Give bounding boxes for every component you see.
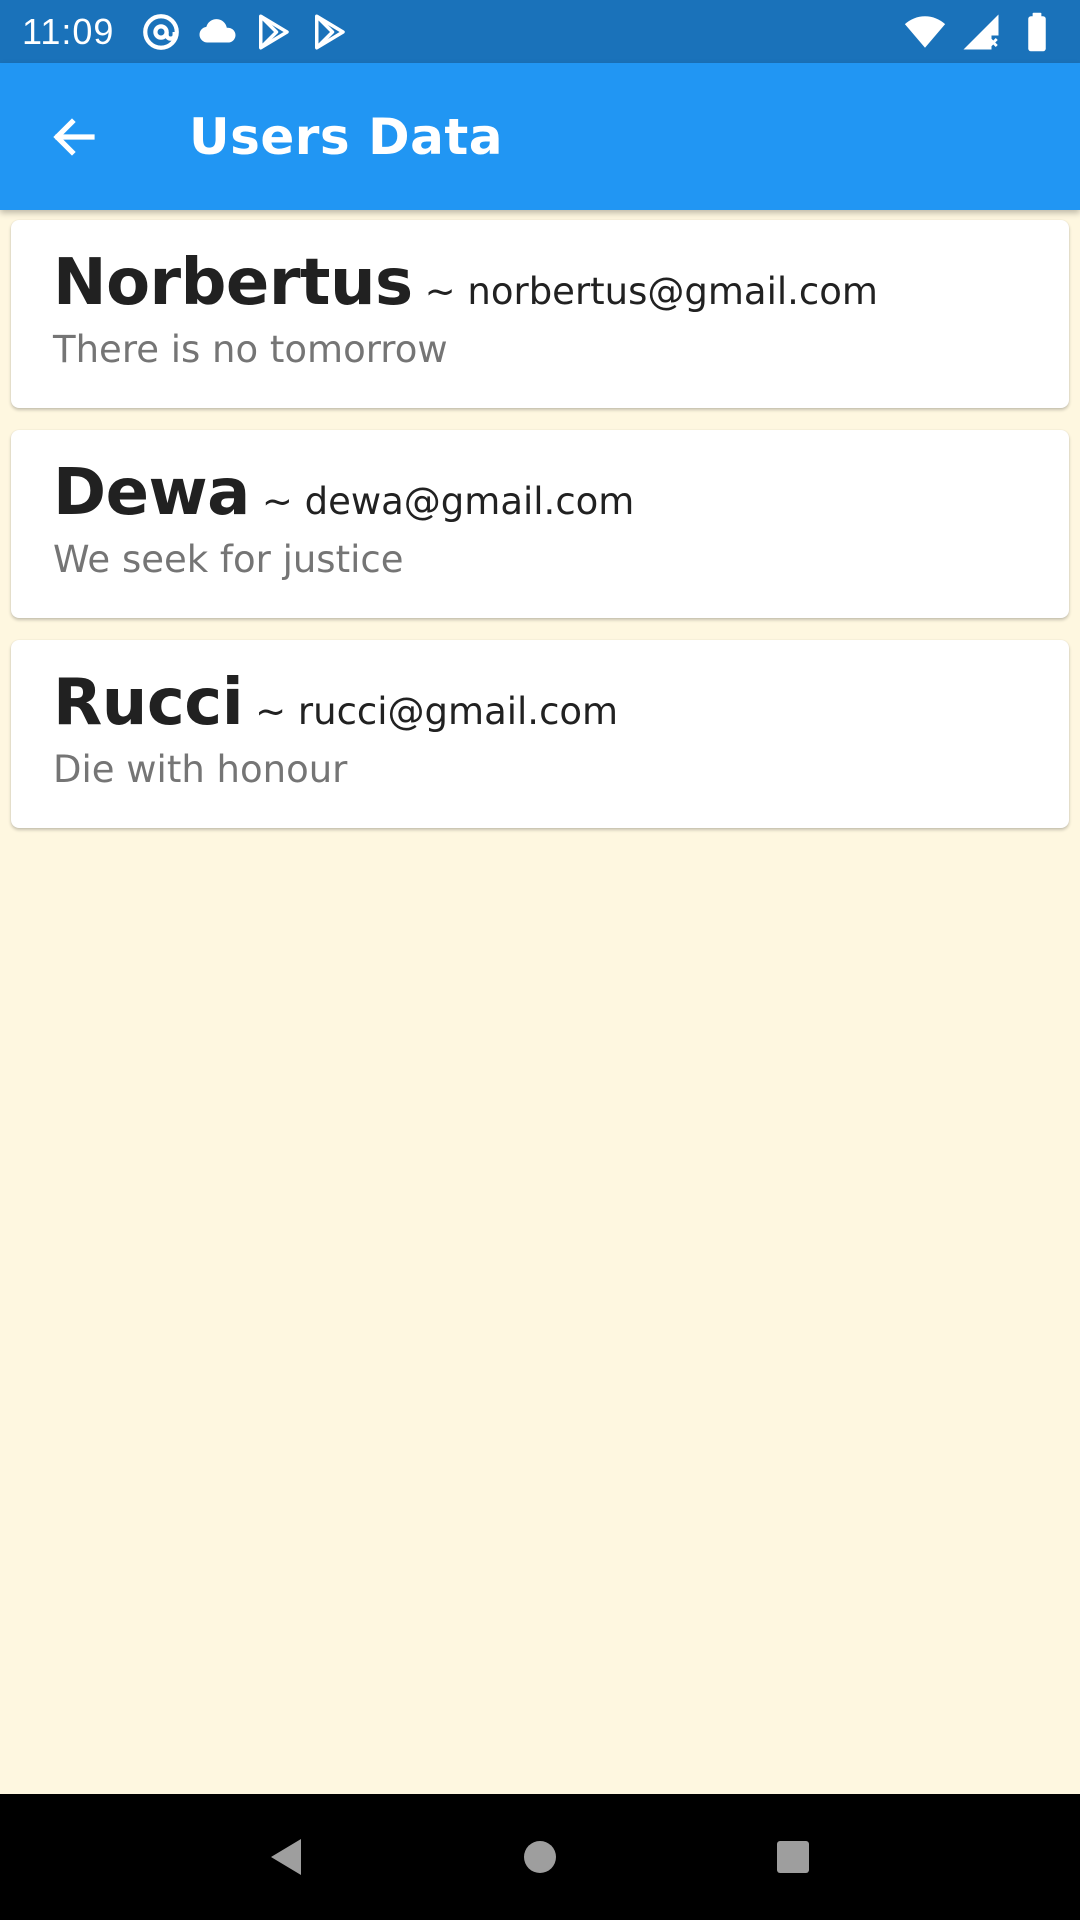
page-title: Users Data [189, 107, 503, 166]
nav-home-button[interactable] [495, 1812, 585, 1902]
back-triangle-icon [270, 1839, 301, 1875]
user-motto: Die with honour [53, 748, 348, 791]
app-bar: Users Data [0, 63, 1080, 210]
nav-back-button[interactable] [242, 1812, 332, 1902]
play-store-icon [259, 14, 290, 49]
signal-icon [963, 14, 999, 49]
recents-square-icon [777, 1841, 810, 1873]
user-card-header: Dewa ~ dewa@gmail.com [53, 456, 1027, 530]
user-card[interactable]: Norbertus ~ norbertus@gmail.com There is… [11, 220, 1069, 408]
user-name: Rucci [53, 666, 244, 740]
user-email: ~ norbertus@gmail.com [424, 270, 878, 313]
user-email: ~ dewa@gmail.com [261, 480, 635, 523]
users-list: Norbertus ~ norbertus@gmail.com There is… [0, 210, 1080, 1794]
wifi-icon [904, 15, 946, 48]
play-store-icon [315, 14, 346, 49]
user-motto: We seek for justice [53, 538, 404, 581]
user-email: ~ rucci@gmail.com [255, 690, 619, 733]
status-system-icons [904, 11, 1058, 53]
back-button[interactable] [19, 82, 129, 192]
system-nav-bar [0, 1794, 1080, 1920]
user-name: Dewa [53, 456, 250, 530]
user-card-header: Rucci ~ rucci@gmail.com [53, 666, 1027, 740]
status-time: 11:09 [22, 10, 115, 52]
user-name: Norbertus [53, 246, 413, 320]
status-bar: 11:09 [0, 0, 1080, 63]
cloud-icon [199, 18, 236, 42]
user-card-header: Norbertus ~ norbertus@gmail.com [53, 246, 1027, 320]
user-motto: There is no tomorrow [53, 328, 448, 371]
status-notification-icons [140, 11, 350, 53]
at-sign-icon [143, 13, 180, 50]
battery-icon [1028, 12, 1046, 51]
user-card[interactable]: Rucci ~ rucci@gmail.com Die with honour [11, 640, 1069, 828]
user-card[interactable]: Dewa ~ dewa@gmail.com We seek for justic… [11, 430, 1069, 618]
home-circle-icon [523, 1841, 556, 1873]
nav-recents-button[interactable] [748, 1812, 838, 1902]
arrow-back-icon [53, 117, 95, 156]
